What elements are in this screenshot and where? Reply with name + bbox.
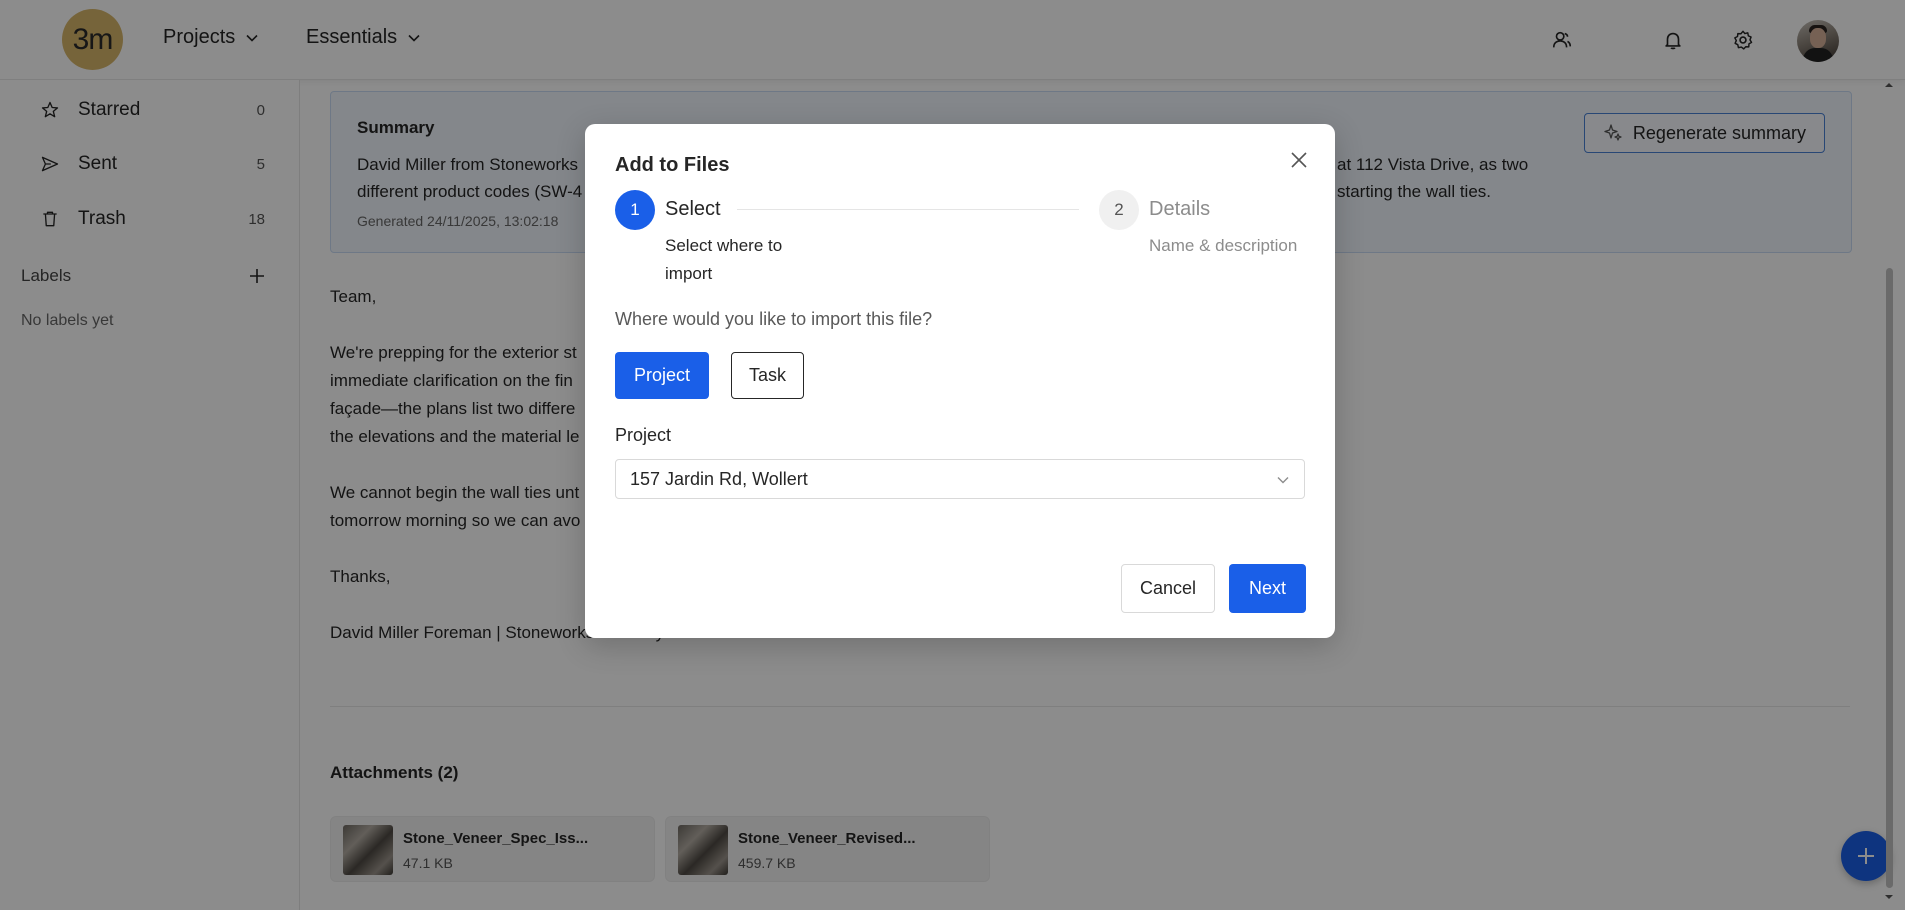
step-2-indicator: 2 xyxy=(1099,190,1139,230)
cancel-button[interactable]: Cancel xyxy=(1121,564,1215,613)
step-1-title: Select xyxy=(665,198,721,220)
dialog-title: Add to Files xyxy=(615,154,730,176)
step-1-description-line: import xyxy=(665,264,713,283)
step-1-description: Select where to import xyxy=(665,232,782,288)
step-1-indicator: 1 xyxy=(615,190,655,230)
import-question: Where would you like to import this file… xyxy=(615,309,933,329)
close-icon[interactable] xyxy=(1287,148,1311,172)
project-option-button[interactable]: Project xyxy=(615,352,709,399)
next-button[interactable]: Next xyxy=(1229,564,1306,613)
project-select-value: 157 Jardin Rd, Wollert xyxy=(630,468,808,489)
step-2-description: Name & description xyxy=(1149,236,1298,255)
project-field-label: Project xyxy=(615,425,672,445)
step-2-title: Details xyxy=(1149,198,1211,220)
step-1-description-line: Select where to xyxy=(665,236,783,255)
project-select[interactable]: 157 Jardin Rd, Wollert xyxy=(615,459,1305,499)
chevron-down-icon xyxy=(1277,477,1289,484)
add-to-files-dialog: Add to Files 1 Select Select where to im… xyxy=(585,124,1335,638)
step-connector xyxy=(737,209,1079,210)
task-option-button[interactable]: Task xyxy=(731,352,804,399)
